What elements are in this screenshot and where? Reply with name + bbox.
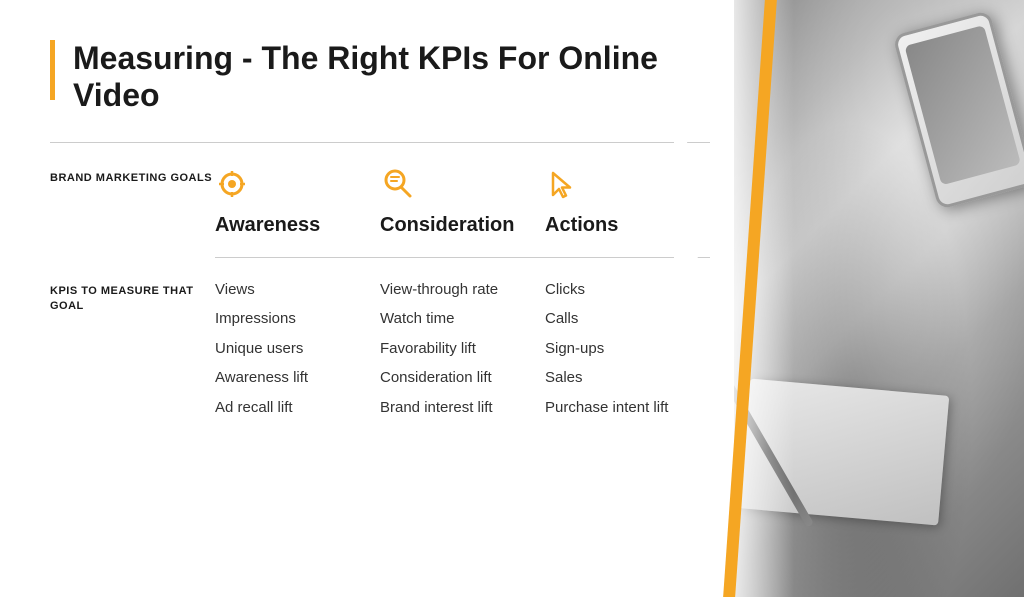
photo-background <box>734 0 1024 597</box>
kpi-columns: Views Impressions Unique users Awareness… <box>215 280 710 418</box>
title-accent-bar <box>50 40 55 100</box>
goal-consideration: Consideration <box>380 167 545 237</box>
kpi-item: Views <box>215 280 380 300</box>
page-title: Measuring - The Right KPIs For Online Vi… <box>73 40 710 114</box>
kpi-item: Favorability lift <box>380 339 545 359</box>
left-content: Measuring - The Right KPIs For Online Vi… <box>0 0 760 597</box>
goal-awareness: Awareness <box>215 167 380 237</box>
kpi-item: View-through rate <box>380 280 545 300</box>
kpi-item: Awareness lift <box>215 368 380 388</box>
kpi-item: Brand interest lift <box>380 398 545 418</box>
kpi-col-awareness: Views Impressions Unique users Awareness… <box>215 280 380 418</box>
consideration-icon <box>380 167 414 208</box>
awareness-icon <box>215 167 249 208</box>
consideration-label: Consideration <box>380 214 514 237</box>
slide-container: Measuring - The Right KPIs For Online Vi… <box>0 0 1024 597</box>
kpis-section: KPIs TO MEASURE THAT GOAL Views Impressi… <box>50 280 710 418</box>
goals-columns: Awareness Consideration <box>215 167 710 237</box>
kpi-item: Consideration lift <box>380 368 545 388</box>
actions-label: Actions <box>545 214 618 237</box>
mid-divider <box>215 257 710 258</box>
title-section: Measuring - The Right KPIs For Online Vi… <box>50 40 710 114</box>
goals-section: BRAND MARKETING GOALS Aware <box>50 167 710 237</box>
actions-icon <box>545 167 579 208</box>
awareness-label: Awareness <box>215 214 320 237</box>
kpi-item: Ad recall lift <box>215 398 380 418</box>
kpis-row-label: KPIs TO MEASURE THAT GOAL <box>50 280 215 315</box>
kpi-item: Watch time <box>380 309 545 329</box>
kpi-col-consideration: View-through rate Watch time Favorabilit… <box>380 280 545 418</box>
top-divider <box>50 142 710 143</box>
goals-row-label: BRAND MARKETING GOALS <box>50 167 215 186</box>
diagonal-separator <box>674 0 754 597</box>
kpi-item: Unique users <box>215 339 380 359</box>
kpi-item: Impressions <box>215 309 380 329</box>
